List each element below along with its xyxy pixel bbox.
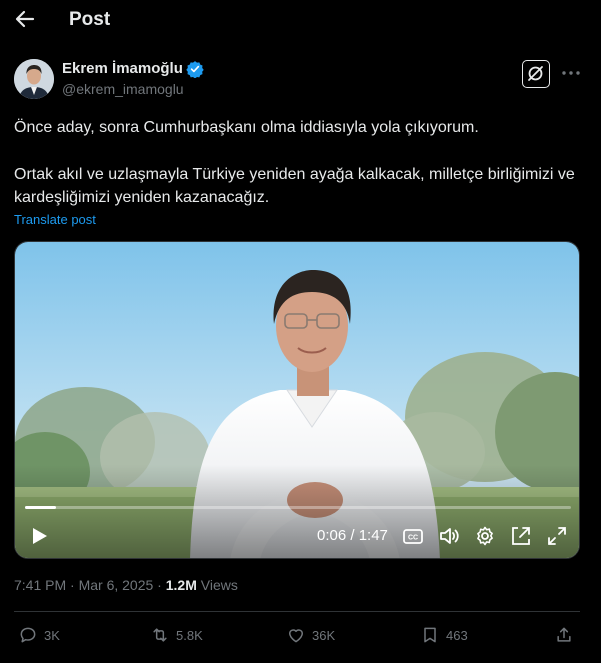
share-icon [557, 627, 571, 642]
captions-icon[interactable]: CC [401, 524, 425, 548]
video-player[interactable]: 0:06 / 1:47 CC [14, 241, 580, 559]
bookmark-icon [424, 627, 436, 643]
pip-icon[interactable] [509, 524, 533, 548]
fullscreen-icon[interactable] [545, 524, 569, 548]
views-count: 1.2M [165, 577, 197, 593]
avatar[interactable] [14, 59, 54, 99]
reply-icon [20, 627, 36, 643]
top-bar: Post [0, 0, 601, 42]
tweet-text: Önce aday, sonra Cumhurbaşkanı olma iddi… [14, 116, 584, 209]
reply-count: 3K [44, 627, 60, 643]
tweet-line-1: Önce aday, sonra Cumhurbaşkanı olma iddi… [14, 119, 479, 136]
bookmark-count: 463 [446, 627, 468, 643]
volume-icon[interactable] [437, 524, 461, 548]
like-button[interactable]: 36K [286, 624, 335, 646]
settings-icon[interactable] [473, 524, 497, 548]
verified-badge-icon [186, 60, 204, 79]
video-frame [15, 242, 579, 558]
back-arrow-icon[interactable] [12, 6, 38, 32]
more-icon[interactable] [560, 62, 582, 84]
page-title: Post [69, 9, 111, 30]
repost-button[interactable]: 5.8K [150, 624, 203, 646]
author-handle[interactable]: @ekrem_imamoglu [62, 81, 184, 97]
video-progress-fill [25, 506, 56, 509]
grok-icon[interactable] [522, 60, 550, 88]
repost-count: 5.8K [176, 627, 203, 643]
reply-button[interactable]: 3K [18, 624, 60, 646]
divider [14, 611, 580, 612]
like-icon [289, 629, 303, 643]
tweet-timestamp[interactable]: 7:41 PM · Mar 6, 2025 · [14, 577, 166, 593]
bookmark-button[interactable]: 463 [420, 624, 468, 646]
repost-icon [153, 628, 167, 642]
translate-post-link[interactable]: Translate post [14, 212, 96, 227]
video-time: 0:06 / 1:47 [317, 527, 388, 544]
share-button[interactable] [554, 624, 574, 646]
play-icon[interactable] [27, 524, 51, 548]
tweet-meta: 7:41 PM · Mar 6, 2025 · 1.2M Views [14, 577, 238, 593]
video-progress-bar[interactable] [25, 506, 571, 509]
like-count: 36K [312, 627, 336, 643]
views-label: Views [196, 577, 238, 593]
svg-text:CC: CC [408, 535, 418, 542]
author-name[interactable]: Ekrem İmamoğlu [62, 60, 183, 77]
action-bar: 3K 5.8K 36K 463 [0, 622, 601, 652]
tweet-line-2: Ortak akıl ve uzlaşmayla Türkiye yeniden… [14, 166, 575, 206]
